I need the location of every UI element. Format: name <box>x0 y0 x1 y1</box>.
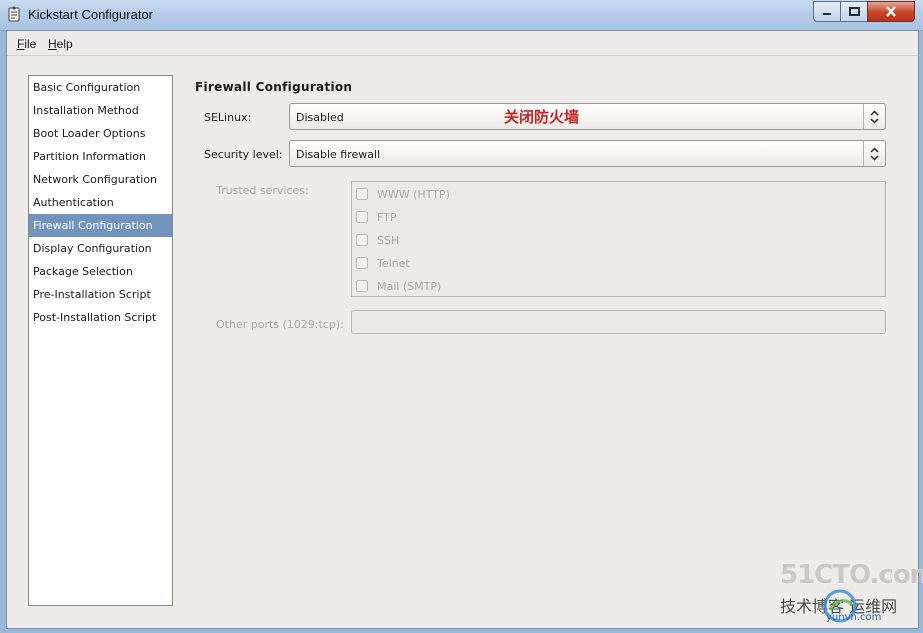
security-level-dropdown-button[interactable] <box>863 141 885 166</box>
other-ports-input[interactable] <box>351 310 886 334</box>
watermark-url: yunvn.com <box>826 612 882 623</box>
service-mail-checkbox[interactable] <box>356 280 368 292</box>
sidebar-item-partition-information[interactable]: Partition Information <box>29 145 172 168</box>
sidebar-item-authentication[interactable]: Authentication <box>29 191 172 214</box>
close-button[interactable] <box>867 1 915 22</box>
selinux-value: Disabled <box>296 111 344 124</box>
sidebar-item-display-configuration[interactable]: Display Configuration <box>29 237 172 260</box>
security-level-select[interactable]: Disable firewall <box>289 140 886 167</box>
selinux-label: SELinux: <box>204 111 252 124</box>
selinux-dropdown-button[interactable] <box>863 104 885 129</box>
sidebar-item-basic-configuration[interactable]: Basic Configuration <box>29 76 172 99</box>
watermark-site: 51CTO.com <box>780 560 923 590</box>
service-ftp-label: FTP <box>377 211 397 224</box>
service-www-checkbox[interactable] <box>356 188 368 200</box>
chevron-updown-icon <box>870 146 879 161</box>
security-level-value: Disable firewall <box>296 148 381 161</box>
service-telnet-checkbox[interactable] <box>356 257 368 269</box>
service-ssh-checkbox[interactable] <box>356 234 368 246</box>
sidebar-item-network-configuration[interactable]: Network Configuration <box>29 168 172 191</box>
other-ports-label: Other ports (1029:tcp): <box>216 318 344 331</box>
sidebar-item-post-installation-script[interactable]: Post-Installation Script <box>29 306 172 329</box>
app-icon <box>8 6 20 22</box>
title-bar: Kickstart Configurator <box>0 0 923 31</box>
close-icon <box>886 6 896 17</box>
security-level-label: Security level: <box>204 148 283 161</box>
service-ssh-label: SSH <box>377 234 400 247</box>
annotation-text: 关闭防火墙 <box>504 108 580 126</box>
sidebar-item-firewall-configuration[interactable]: Firewall Configuration <box>29 214 172 237</box>
sidebar-item-boot-loader-options[interactable]: Boot Loader Options <box>29 122 172 145</box>
menu-file[interactable]: File <box>17 37 36 51</box>
menu-bar: File Help <box>7 31 918 56</box>
service-mail-label: Mail (SMTP) <box>377 280 442 293</box>
service-www-label: WWW (HTTP) <box>377 188 450 201</box>
sidebar-item-pre-installation-script[interactable]: Pre-Installation Script <box>29 283 172 306</box>
trusted-services-box: WWW (HTTP) FTP SSH Telnet Mail (SMTP) <box>351 181 886 297</box>
minimize-button[interactable] <box>813 1 841 22</box>
service-telnet-label: Telnet <box>377 257 410 270</box>
page-title: Firewall Configuration <box>195 80 353 94</box>
minimize-icon <box>823 12 831 15</box>
trusted-services-label: Trusted services: <box>216 184 309 197</box>
sidebar-item-installation-method[interactable]: Installation Method <box>29 99 172 122</box>
sidebar-item-package-selection[interactable]: Package Selection <box>29 260 172 283</box>
maximize-button[interactable] <box>840 1 868 22</box>
watermark: 51CTO.com 技术博客 运维网 yunvn.com <box>776 560 923 630</box>
maximize-icon <box>848 7 860 16</box>
sidebar: Basic Configuration Installation Method … <box>28 75 173 606</box>
service-ftp-checkbox[interactable] <box>356 211 368 223</box>
window-title: Kickstart Configurator <box>28 7 153 22</box>
main-panel: Firewall Configuration SELinux: Disabled… <box>195 75 895 595</box>
selinux-select[interactable]: Disabled 关闭防火墙 <box>289 103 886 130</box>
menu-help[interactable]: Help <box>48 37 73 51</box>
window-client: File Help Basic Configuration Installati… <box>6 30 919 629</box>
chevron-updown-icon <box>870 109 879 124</box>
